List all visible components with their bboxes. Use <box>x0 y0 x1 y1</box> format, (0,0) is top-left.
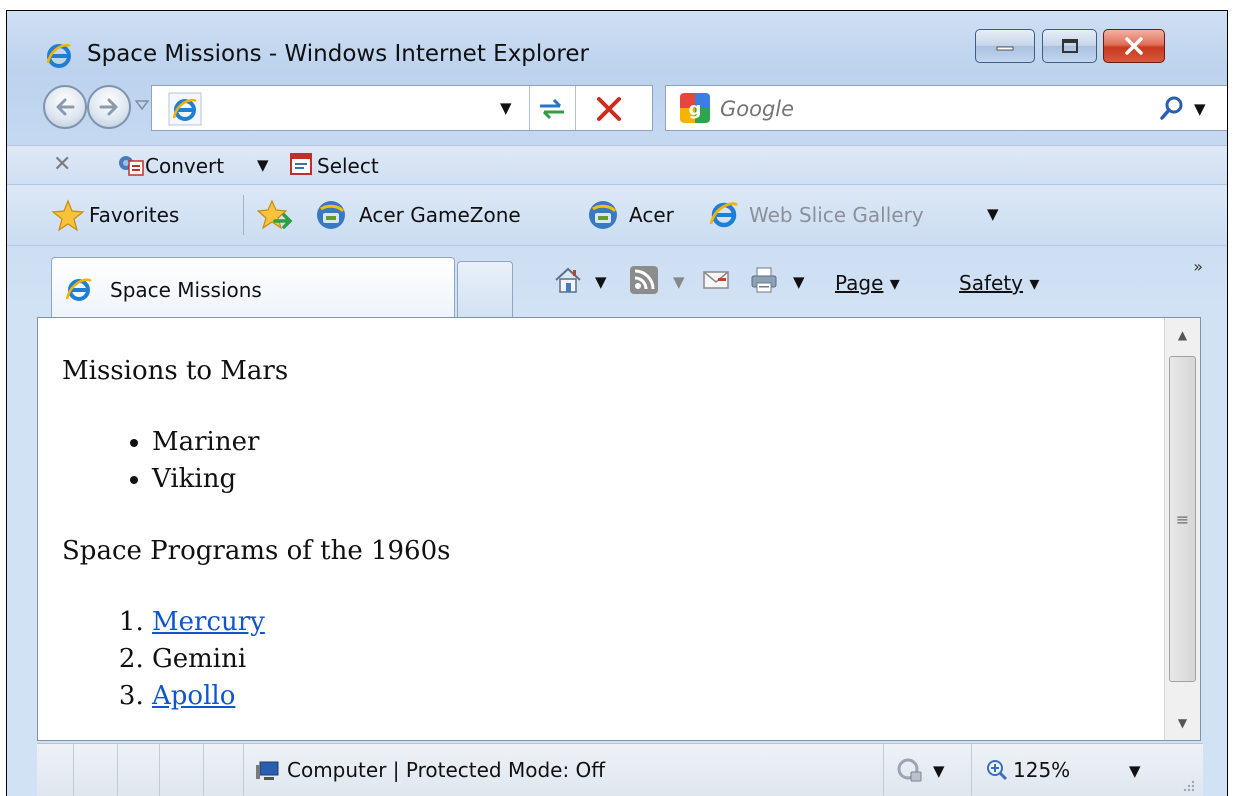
favorite-link-acer-gamezone[interactable]: Acer GameZone <box>359 203 521 227</box>
list-item: Viking <box>152 461 1152 498</box>
list-item: Apollo <box>152 678 1152 715</box>
tab-row: Space Missions ▼ ▼ ▼ Page ▾ Safety ▾ » <box>7 247 1227 319</box>
feeds-dropdown-icon[interactable]: ▼ <box>673 273 685 291</box>
security-zone-text: Computer | Protected Mode: Off <box>287 758 606 782</box>
safety-menu[interactable]: Safety ▾ <box>959 271 1039 295</box>
rss-feed-icon[interactable] <box>629 265 659 295</box>
back-button[interactable] <box>43 85 87 129</box>
window-title: Space Missions - Windows Internet Explor… <box>87 41 589 67</box>
address-bar[interactable]: ▼ <box>151 85 653 131</box>
ie-icon <box>65 278 92 301</box>
back-arrow-icon <box>56 98 75 116</box>
close-toolbar-icon[interactable]: ✕ <box>53 152 71 177</box>
zoom-icon <box>987 760 1008 781</box>
vertical-scrollbar[interactable]: ▲ ≡ ▼ <box>1164 318 1200 740</box>
search-box[interactable]: g ▼ <box>665 85 1227 131</box>
link-apollo[interactable]: Apollo <box>152 681 235 711</box>
document: Missions to Mars Mariner Viking Space Pr… <box>62 354 1152 740</box>
select-pdf-icon <box>290 153 312 175</box>
converter-toolbar: ✕ Convert ▼ Select <box>7 145 1227 185</box>
title-bar: Space Missions - Windows Internet Explor… <box>7 11 1227 89</box>
minimize-button[interactable] <box>975 29 1035 63</box>
window-frame: Space Missions - Windows Internet Explor… <box>7 11 1227 796</box>
stop-icon[interactable] <box>594 94 624 124</box>
favorites-button[interactable]: Favorites <box>89 203 179 227</box>
print-icon[interactable] <box>749 265 779 295</box>
new-tab-button[interactable] <box>457 261 513 317</box>
ie-icon <box>709 202 738 228</box>
safety-menu-label: Safety <box>959 271 1023 295</box>
favorite-link-web-slice-gallery[interactable]: Web Slice Gallery <box>749 203 924 227</box>
browser-window: Space Missions - Windows Internet Explor… <box>6 10 1228 796</box>
read-mail-icon[interactable] <box>701 265 731 295</box>
status-bar: Computer | Protected Mode: Off ▼ 125% ▼ <box>37 743 1203 796</box>
convert-pdf-icon <box>119 156 144 176</box>
select-button[interactable]: Select <box>317 154 379 178</box>
mars-missions-list: Mariner Viking <box>62 424 1152 498</box>
list-item: Mercury <box>152 604 1152 641</box>
forward-arrow-icon <box>99 98 118 116</box>
close-button[interactable] <box>1103 29 1165 63</box>
favorites-bar: Favorites Acer GameZone Acer Web Slice G… <box>7 185 1227 246</box>
add-to-favorites-icon[interactable] <box>257 199 293 233</box>
computer-icon <box>256 761 279 780</box>
heading-space-programs: Space Programs of the 1960s <box>62 536 451 566</box>
minimize-icon <box>996 46 1014 51</box>
web-slice-dropdown-icon[interactable]: ▼ <box>987 205 999 223</box>
acer-icon <box>589 201 617 229</box>
zoom-dropdown-icon[interactable]: ▼ <box>1129 762 1141 780</box>
tab-space-missions[interactable]: Space Missions <box>51 257 455 317</box>
scroll-up-arrow-icon[interactable]: ▲ <box>1165 318 1200 352</box>
more-commands-chevron-icon[interactable]: » <box>1193 257 1203 276</box>
scroll-down-arrow-icon[interactable]: ▼ <box>1165 706 1200 740</box>
ie-page-icon <box>168 92 202 126</box>
maximize-icon <box>1061 39 1078 53</box>
favorite-link-acer[interactable]: Acer <box>629 203 674 227</box>
resize-grip-icon[interactable] <box>1181 778 1195 792</box>
convert-dropdown-icon[interactable]: ▼ <box>257 156 269 174</box>
close-icon <box>1125 37 1143 55</box>
forward-button[interactable] <box>87 85 131 129</box>
google-icon: g <box>680 93 710 123</box>
address-dropdown-icon[interactable]: ▼ <box>500 99 512 117</box>
tab-label: Space Missions <box>110 278 262 302</box>
page-menu[interactable]: Page ▾ <box>835 271 900 295</box>
list-item: Mariner <box>152 424 1152 461</box>
refresh-icon[interactable] <box>536 94 568 124</box>
zoom-level[interactable]: 125% <box>1013 758 1070 782</box>
ie-icon <box>46 43 71 68</box>
search-options-dropdown-icon[interactable]: ▼ <box>1194 100 1206 118</box>
link-mercury[interactable]: Mercury <box>152 607 265 637</box>
favorites-star-icon <box>51 199 85 232</box>
svg-text:g: g <box>689 99 702 120</box>
scroll-thumb[interactable]: ≡ <box>1169 356 1196 682</box>
protected-mode-icon[interactable] <box>895 756 925 786</box>
home-dropdown-icon[interactable]: ▼ <box>595 273 607 291</box>
acer-gamezone-icon <box>317 201 345 229</box>
convert-button[interactable]: Convert <box>145 154 224 178</box>
recent-pages-dropdown-icon[interactable] <box>135 99 149 111</box>
search-icon[interactable] <box>1158 94 1186 122</box>
page-menu-label: Page <box>835 271 884 295</box>
home-icon[interactable] <box>553 265 583 295</box>
print-dropdown-icon[interactable]: ▼ <box>793 273 805 291</box>
search-input[interactable] <box>718 92 1142 126</box>
space-programs-list: Mercury Gemini Apollo <box>62 604 1152 715</box>
heading-missions-to-mars: Missions to Mars <box>62 356 289 386</box>
list-item: Gemini <box>152 641 1152 678</box>
page-content: Missions to Mars Mariner Viking Space Pr… <box>37 317 1201 741</box>
maximize-button[interactable] <box>1042 29 1097 63</box>
protected-mode-dropdown-icon[interactable]: ▼ <box>933 762 945 780</box>
